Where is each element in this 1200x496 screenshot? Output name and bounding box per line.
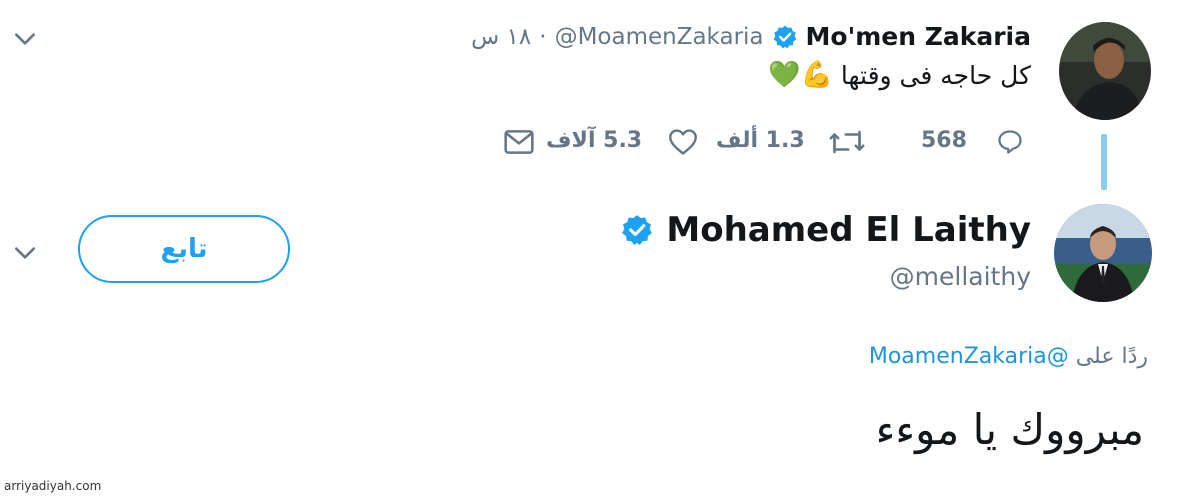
retweet-count: 1.3 ألف xyxy=(716,128,805,153)
watermark: arriyadiyah.com xyxy=(4,479,102,493)
reply-prefix: ردًا على xyxy=(1075,344,1148,369)
like-icon[interactable] xyxy=(667,128,699,156)
avatar-momen-zakaria[interactable] xyxy=(1059,22,1151,120)
reply-context: ردًا على @MoamenZakaria xyxy=(869,344,1148,369)
verified-badge-icon xyxy=(622,215,653,246)
separator-dot: · xyxy=(539,23,547,50)
follow-button[interactable]: تابع xyxy=(78,215,290,283)
like-count: 5.3 آلاف xyxy=(546,128,643,153)
tweet-text: كل حاجه فى وقتها xyxy=(840,60,1031,90)
chevron-down-icon[interactable] xyxy=(12,240,38,266)
emoji-muscle-heart: 💪💚 xyxy=(768,60,833,90)
user-name[interactable]: Mohamed El Laithy xyxy=(666,210,1031,250)
chevron-down-icon[interactable] xyxy=(12,26,38,52)
reply-icon[interactable] xyxy=(995,128,1025,156)
thread-connector-line xyxy=(1101,134,1107,190)
tweet-text: مبرووك يا موءء xyxy=(875,405,1144,454)
tweet-time[interactable]: ١٨ س xyxy=(471,24,531,50)
user-handle[interactable]: @mellaithy xyxy=(890,262,1031,291)
reply-handle-link[interactable]: @MoamenZakaria xyxy=(869,344,1069,369)
user-handle[interactable]: @MoamenZakaria xyxy=(555,24,764,50)
retweet-icon[interactable] xyxy=(826,127,868,157)
verified-badge-icon xyxy=(773,25,796,48)
message-icon[interactable] xyxy=(503,128,535,156)
user-name[interactable]: Mo'men Zakaria xyxy=(806,22,1031,51)
reply-count: 568 xyxy=(921,128,967,153)
avatar-mohamed-el-laithy[interactable] xyxy=(1054,204,1152,302)
